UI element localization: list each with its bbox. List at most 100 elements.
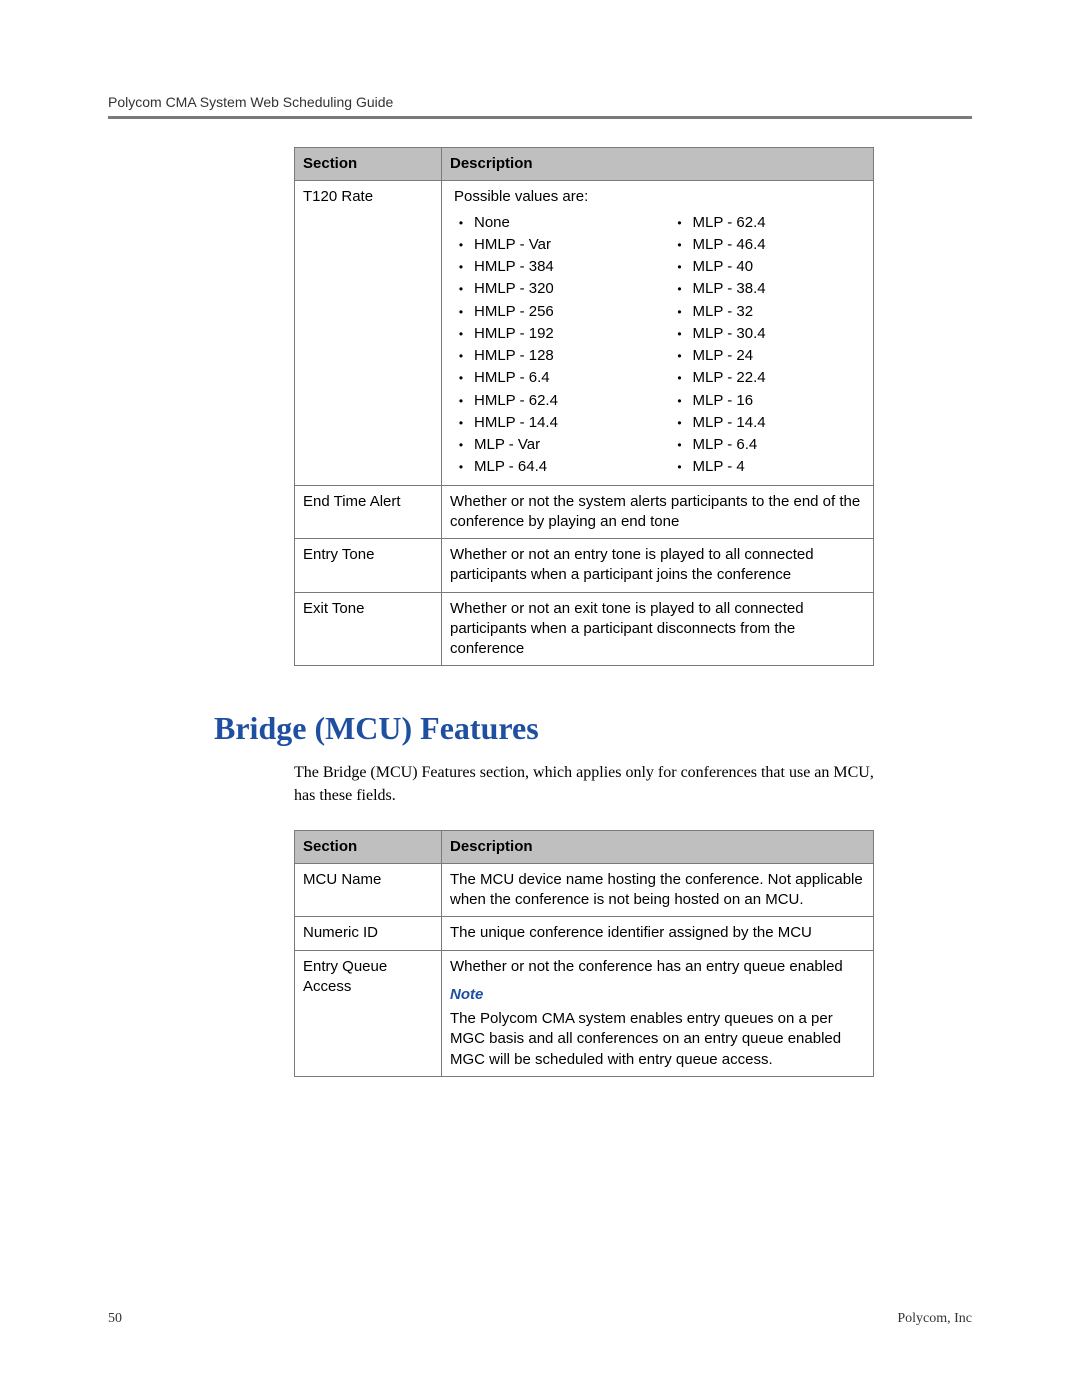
- entry-queue-desc: Whether or not the conference has an ent…: [450, 957, 865, 977]
- cell-description: Whether or not the system alerts partici…: [442, 485, 874, 539]
- note-label: Note: [450, 985, 865, 1005]
- list-item-label: HMLP - 384: [474, 257, 647, 277]
- cell-section: T120 Rate: [295, 181, 442, 485]
- col-header-section: Section: [295, 830, 442, 863]
- list-item: • MLP - 46.4: [677, 234, 866, 256]
- list-item-label: MLP - 62.4: [693, 213, 866, 233]
- table-row: Numeric ID The unique conference identif…: [295, 917, 874, 950]
- list-item: •MLP - 6.4: [677, 434, 866, 456]
- table-header-row: Section Description: [295, 148, 874, 181]
- list-item: • HMLP - 256: [458, 301, 647, 323]
- list-item-label: HMLP - 128: [474, 346, 647, 366]
- list-item: • HMLP - 6.4: [458, 367, 647, 389]
- cell-section: Exit Tone: [295, 592, 442, 666]
- header-rule: [108, 116, 972, 119]
- list-item-label: HMLP - 14.4: [474, 413, 647, 433]
- cell-section: MCU Name: [295, 863, 442, 917]
- list-item-label: HMLP - 256: [474, 302, 647, 322]
- list-item: • HMLP - 14.4: [458, 412, 647, 434]
- cell-section: Entry Queue Access: [295, 950, 442, 1076]
- col-header-description: Description: [442, 148, 874, 181]
- bullet-icon: •: [677, 368, 683, 388]
- values-intro: Possible values are:: [454, 187, 865, 207]
- bullet-icon: •: [458, 368, 464, 388]
- list-item: •MLP - 38.4: [677, 278, 866, 300]
- list-item-label: MLP - 46.4: [693, 235, 866, 255]
- list-item: • HMLP - 384: [458, 256, 647, 278]
- bullet-icon: •: [677, 457, 683, 477]
- list-item: • HMLP - 62.4: [458, 390, 647, 412]
- bullet-icon: •: [677, 391, 683, 411]
- list-item: •MLP - 14.4: [677, 412, 866, 434]
- table-row: T120 Rate Possible values are: •None•HML…: [295, 181, 874, 485]
- list-item-label: MLP - 16: [693, 391, 866, 411]
- list-item-label: MLP - 22.4: [693, 368, 866, 388]
- list-item-label: None: [474, 213, 647, 233]
- col-header-section: Section: [295, 148, 442, 181]
- bullet-icon: •: [458, 279, 464, 299]
- content-area: Polycom CMA System Web Scheduling Guide …: [108, 94, 972, 1077]
- list-item-label: MLP - 30.4: [693, 324, 866, 344]
- list-item-label: HMLP - 320: [474, 279, 647, 299]
- list-item-label: MLP - 64.4: [474, 457, 647, 477]
- table-row: End Time Alert Whether or not the system…: [295, 485, 874, 539]
- list-item: •MLP - 32: [677, 301, 866, 323]
- cell-section: End Time Alert: [295, 485, 442, 539]
- list-item-label: MLP - 24: [693, 346, 866, 366]
- table-header-row: Section Description: [295, 830, 874, 863]
- col-header-description: Description: [442, 830, 874, 863]
- values-col-left: •None•HMLP - Var•HMLP - 384•HMLP - 320•H…: [458, 212, 647, 479]
- bullet-icon: •: [677, 435, 683, 455]
- list-item: • MLP - 4: [677, 456, 866, 478]
- bullet-icon: •: [458, 413, 464, 433]
- features-table-2: Section Description MCU Name The MCU dev…: [294, 830, 874, 1077]
- company-name: Polycom, Inc: [897, 1311, 972, 1327]
- list-item: •MLP - Var: [458, 434, 647, 456]
- list-item: • MLP - 24: [677, 345, 866, 367]
- table-row: Exit Tone Whether or not an exit tone is…: [295, 592, 874, 666]
- list-item-label: MLP - 32: [693, 302, 866, 322]
- list-item: • MLP - 64.4: [458, 456, 647, 478]
- page-number: 50: [108, 1311, 122, 1327]
- cell-description: The MCU device name hosting the conferen…: [442, 863, 874, 917]
- table-row: Entry Queue Access Whether or not the co…: [295, 950, 874, 1076]
- list-item: •HMLP - Var: [458, 234, 647, 256]
- bullet-icon: •: [677, 257, 683, 277]
- bullet-icon: •: [458, 457, 464, 477]
- bullet-icon: •: [458, 257, 464, 277]
- list-item-label: MLP - 4: [693, 457, 866, 477]
- bullet-icon: •: [677, 346, 683, 366]
- list-item: •HMLP - 192: [458, 323, 647, 345]
- cell-description: Possible values are: •None•HMLP - Var•HM…: [442, 181, 874, 485]
- list-item-label: HMLP - Var: [474, 235, 647, 255]
- intro-paragraph: The Bridge (MCU) Features section, which…: [294, 761, 884, 807]
- list-item: • MLP - 22.4: [677, 367, 866, 389]
- bullet-icon: •: [458, 391, 464, 411]
- cell-section: Numeric ID: [295, 917, 442, 950]
- bullet-icon: •: [458, 324, 464, 344]
- list-item-label: MLP - 38.4: [693, 279, 866, 299]
- cell-description: The unique conference identifier assigne…: [442, 917, 874, 950]
- list-item-label: HMLP - 6.4: [474, 368, 647, 388]
- list-item: • HMLP - 128: [458, 345, 647, 367]
- main-column: Section Description T120 Rate Possible v…: [294, 147, 972, 1077]
- bullet-icon: •: [677, 413, 683, 433]
- list-item: • None: [458, 212, 647, 234]
- list-item-label: MLP - 40: [693, 257, 866, 277]
- section-heading: Bridge (MCU) Features: [214, 710, 972, 747]
- bullet-icon: •: [458, 435, 464, 455]
- bullet-icon: •: [458, 346, 464, 366]
- table-row: MCU Name The MCU device name hosting the…: [295, 863, 874, 917]
- values-columns: •None•HMLP - Var•HMLP - 384•HMLP - 320•H…: [450, 212, 865, 479]
- cell-section: Entry Tone: [295, 539, 442, 593]
- cell-description: Whether or not an exit tone is played to…: [442, 592, 874, 666]
- page: Polycom CMA System Web Scheduling Guide …: [0, 0, 1080, 1397]
- list-item-label: HMLP - 62.4: [474, 391, 647, 411]
- cell-description: Whether or not the conference has an ent…: [442, 950, 874, 1076]
- list-item: • MLP - 40: [677, 256, 866, 278]
- note-body: The Polycom CMA system enables entry que…: [450, 1009, 865, 1070]
- bullet-icon: •: [458, 302, 464, 322]
- bullet-icon: •: [458, 213, 464, 233]
- bullet-icon: •: [677, 235, 683, 255]
- list-item: •MLP - 30.4: [677, 323, 866, 345]
